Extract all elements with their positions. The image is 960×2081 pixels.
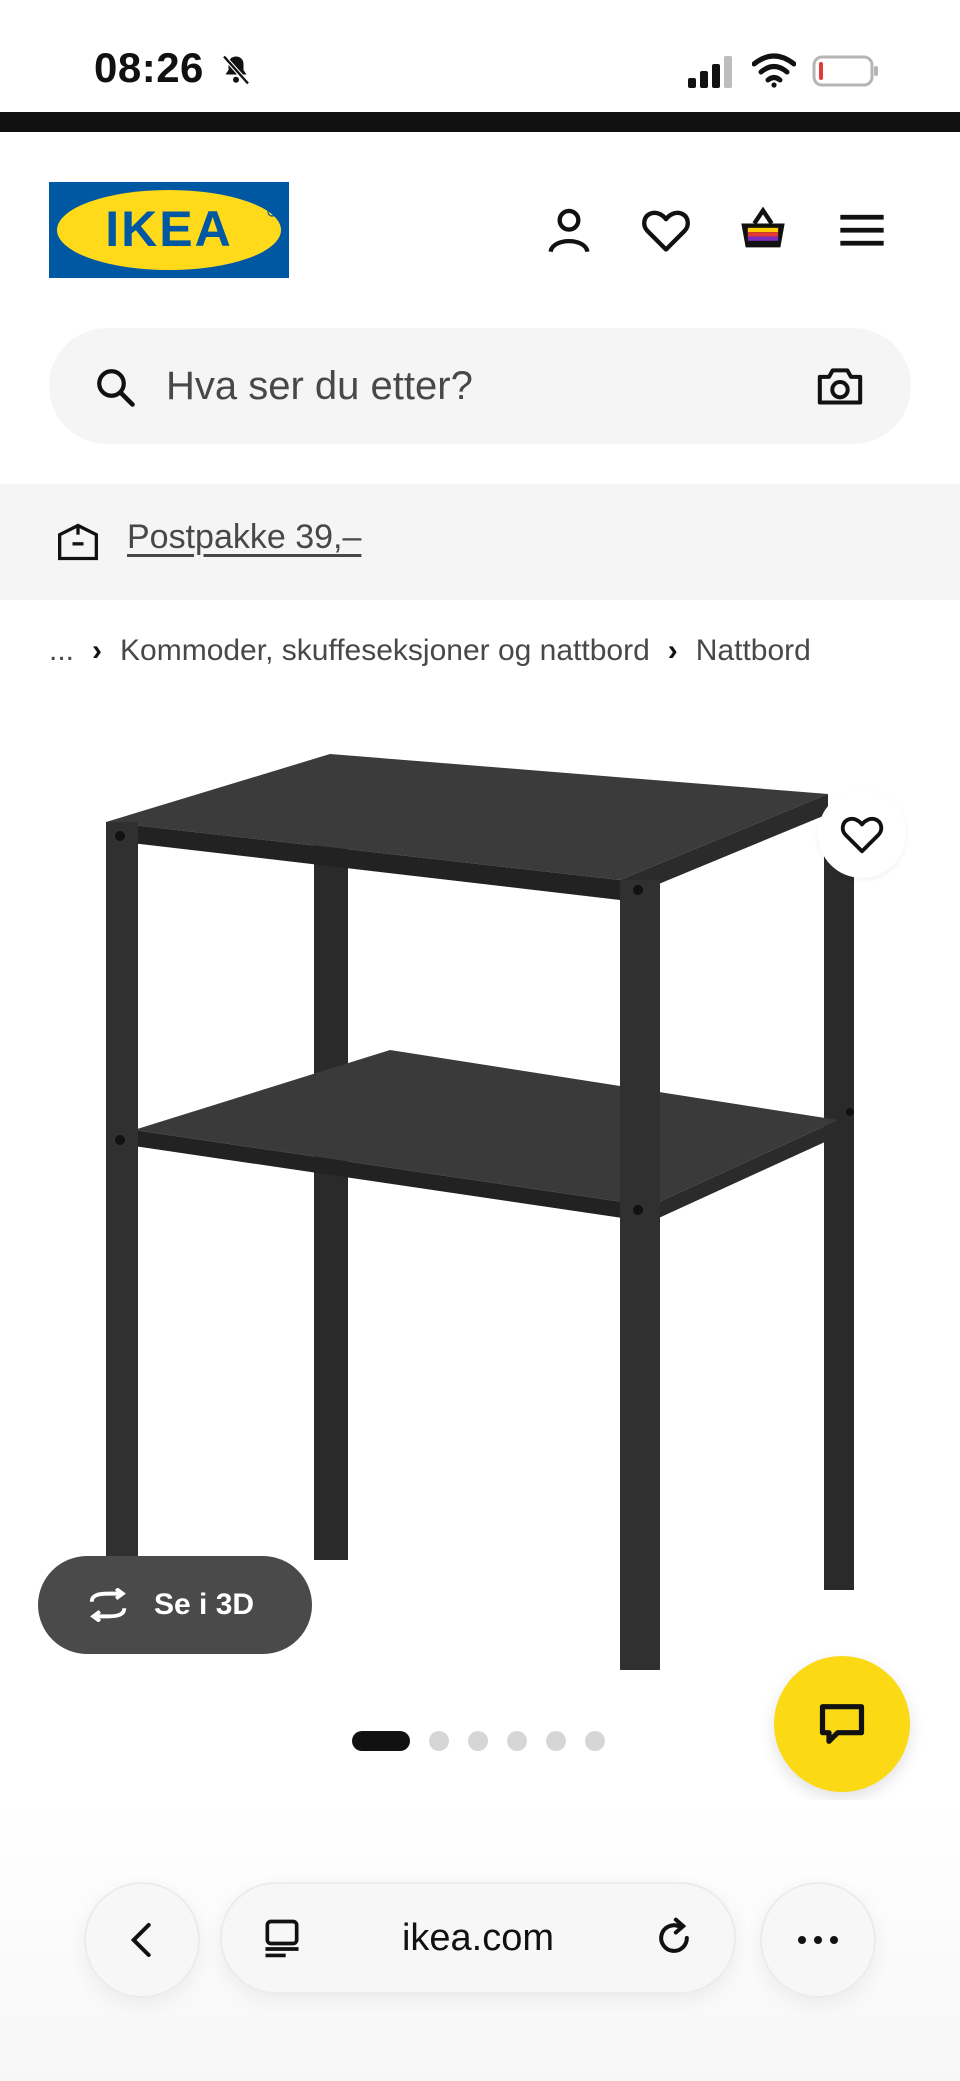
add-to-favorites-button[interactable] [818,790,906,878]
svg-text:IKEA: IKEA [105,201,232,257]
wifi-icon [752,53,796,88]
chat-button[interactable] [774,1656,910,1792]
reload-icon[interactable] [652,1916,696,1960]
breadcrumb-item[interactable]: Kommoder, skuffeseksjoner og nattbord [120,634,650,668]
view-in-3d-button[interactable]: Se i 3D [38,1556,312,1654]
camera-icon[interactable] [816,364,864,408]
reader-icon[interactable] [260,1916,304,1960]
carousel-pagination[interactable] [352,1730,605,1752]
carousel-dot[interactable] [468,1731,488,1751]
url-text[interactable]: ikea.com [402,1917,554,1960]
heart-icon [840,816,884,854]
browser-address-bar[interactable]: ikea.com [220,1882,736,1994]
breadcrumb-item[interactable]: Nattbord [696,634,811,668]
status-time: 08:26 [94,44,204,91]
carousel-dot[interactable] [585,1731,605,1751]
breadcrumb-ellipsis[interactable]: ... [49,634,74,668]
cart-icon[interactable] [737,204,789,256]
chat-icon [819,1704,865,1744]
browser-back-button[interactable] [84,1882,200,1998]
rotate-3d-icon [89,1588,127,1622]
chevron-right-icon: › [667,634,678,667]
browser-more-button[interactable] [760,1882,876,1998]
bell-muted-icon [222,55,250,85]
carousel-dot[interactable] [507,1731,527,1751]
battery-icon [812,55,878,87]
parcel-icon [58,523,98,561]
carousel-dot[interactable] [429,1731,449,1751]
more-icon [798,1936,838,1944]
view-in-3d-label: Se i 3D [154,1588,255,1621]
user-icon[interactable] [543,204,595,256]
menu-icon[interactable] [836,204,888,256]
chevron-left-icon [130,1923,151,1957]
top-divider [0,112,960,132]
ikea-logo[interactable]: IKEA [49,182,289,278]
product-image [106,754,854,1670]
carousel-dot[interactable] [546,1731,566,1751]
search-input[interactable]: Hva ser du etter? [166,364,473,409]
breadcrumb: ... › Kommoder, skuffeseksjoner og nattb… [49,634,811,668]
shipping-link[interactable]: Postpakke 39,– [127,518,361,557]
carousel-dot[interactable] [352,1731,410,1751]
heart-icon[interactable] [640,204,692,256]
chevron-right-icon: › [92,634,103,667]
signal-icon [688,56,732,88]
search-icon [97,369,135,407]
